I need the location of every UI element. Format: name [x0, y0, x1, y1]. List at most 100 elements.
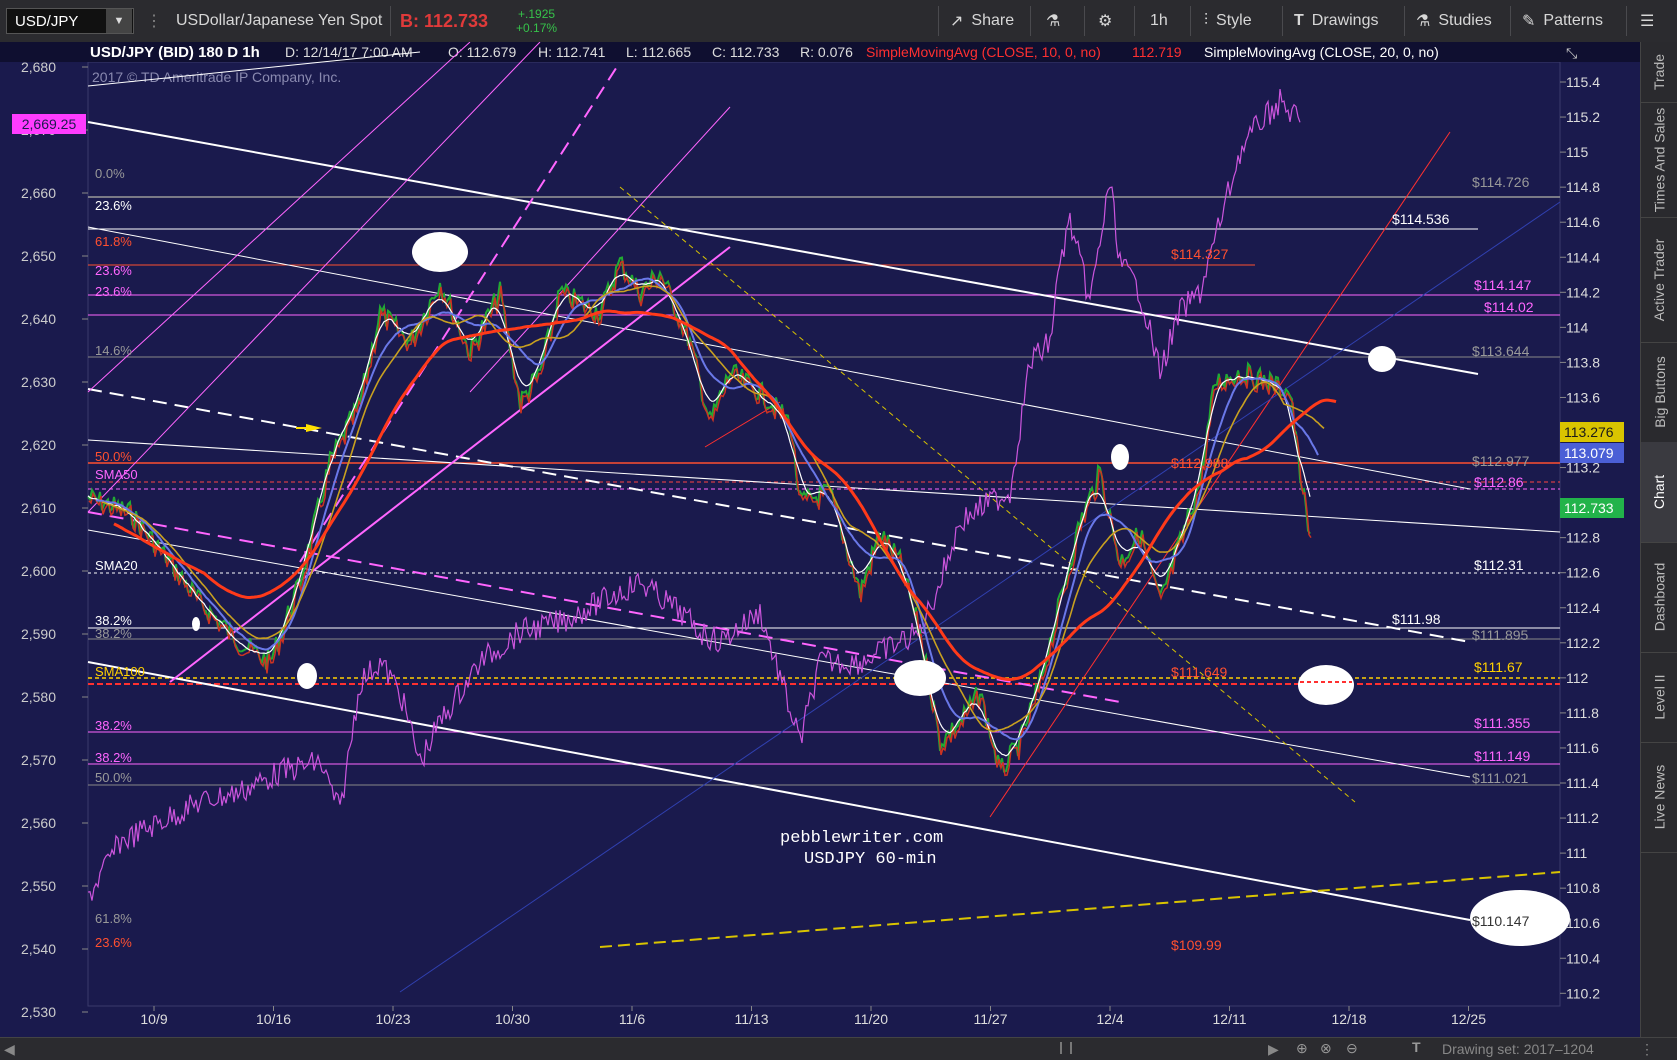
left-axis-tick: 2,650 [21, 248, 56, 264]
side-tab-active-trader[interactable]: Active Trader [1641, 217, 1677, 343]
scroll-left-arrow[interactable]: ◀ [4, 1041, 15, 1058]
x-axis-label: 10/23 [375, 1011, 410, 1027]
x-axis-label: 12/18 [1331, 1011, 1366, 1027]
bottom-menu-icon[interactable]: ⋮ [1640, 1041, 1654, 1058]
side-tab-big-buttons[interactable]: Big Buttons [1641, 342, 1677, 443]
zoom-in-icon[interactable]: ⊕ [1296, 1040, 1308, 1057]
svg-text:$111.355: $111.355 [1474, 715, 1531, 731]
left-axis-tick: 2,550 [21, 878, 56, 894]
patterns-button[interactable]: ✎ Patterns [1522, 0, 1603, 42]
svg-text:61.8%: 61.8% [95, 911, 132, 926]
crosshair-icon[interactable]: ⊗ [1320, 1040, 1332, 1057]
left-axis-badge-text: 2,669.25 [22, 116, 77, 132]
svg-text:14.6%: 14.6% [95, 343, 132, 358]
right-axis-tick: 114 [1566, 319, 1589, 335]
side-tab-trade[interactable]: Trade [1641, 42, 1677, 103]
right-axis-tick: 114.4 [1566, 249, 1600, 265]
style-button[interactable]: ⫶ Style [1204, 0, 1252, 42]
share-icon: ↗ [950, 13, 964, 30]
left-axis-tick: 2,540 [21, 941, 56, 957]
right-axis-tick: 110.6 [1566, 915, 1600, 931]
right-axis-tick: 112.8 [1566, 530, 1600, 546]
left-axis-tick: 2,640 [21, 311, 56, 327]
ohlc-open: O: 112.679 [448, 44, 516, 60]
svg-text:38.2%: 38.2% [95, 626, 132, 641]
side-tab-bar: Trade Times And Sales Active Trader Big But… [1640, 42, 1677, 1037]
ohlc-low: L: 112.665 [626, 44, 691, 60]
svg-text:SMA50: SMA50 [95, 467, 138, 482]
x-axis-label: 11/6 [619, 1011, 645, 1027]
svg-text:38.2%: 38.2% [95, 718, 132, 733]
right-axis-tick: 114.6 [1566, 214, 1600, 230]
left-axis-tick: 2,600 [21, 563, 56, 579]
svg-text:0.0%: 0.0% [95, 166, 125, 181]
symbol-dropdown-button[interactable]: ▼ [106, 9, 132, 33]
svg-text:23.6%: 23.6% [95, 263, 132, 278]
left-axis-tick: 2,580 [21, 689, 56, 705]
right-axis-tick: 110.4 [1566, 950, 1600, 966]
left-axis-tick: 2,530 [21, 1004, 56, 1020]
svg-text:$114.536: $114.536 [1392, 211, 1450, 227]
flask-button[interactable]: ⚗ [1046, 0, 1060, 42]
scroll-right-arrow[interactable]: ▶ [1268, 1041, 1279, 1058]
scroll-handle[interactable] [1060, 1042, 1072, 1054]
ohlc-date: D: 12/14/17 7:00 AM [285, 44, 413, 60]
chart-title: USD/JPY (BID) 180 D 1h [90, 44, 260, 61]
left-axis-tick: 2,560 [21, 815, 56, 831]
svg-text:$114.147: $114.147 [1474, 277, 1532, 293]
style-icon: ⫶ [1204, 12, 1209, 29]
side-tab-times-and-sales[interactable]: Times And Sales [1641, 102, 1677, 218]
price-badge-text: 112.733 [1564, 500, 1614, 516]
chart-area[interactable]: USD/JPY (BID) 180 D 1h D: 12/14/17 7:00 … [0, 41, 1640, 1037]
x-axis-label: 11/27 [974, 1011, 1008, 1027]
price-chart[interactable]: USD/JPY (BID) 180 D 1h D: 12/14/17 7:00 … [0, 41, 1640, 1037]
symbol-menu-handle[interactable]: ⋮ [146, 0, 162, 42]
studies-button[interactable]: ⚗ Studies [1416, 0, 1492, 42]
ohlc-high: H: 112.741 [538, 44, 606, 60]
svg-text:$112.86: $112.86 [1474, 474, 1524, 490]
settings-button[interactable]: ⚙ [1098, 0, 1112, 42]
expand-icon[interactable]: ⤡ [1566, 45, 1577, 61]
interval-button[interactable]: 1h [1150, 0, 1168, 42]
side-tab-live-news[interactable]: Live News [1641, 742, 1677, 853]
side-tab-dashboard[interactable]: Dashboard [1641, 542, 1677, 653]
symbol-description: USDollar/Japanese Yen Spot [176, 12, 383, 29]
svg-text:$114.02: $114.02 [1484, 299, 1534, 315]
price-badge-text: 113.079 [1564, 445, 1614, 461]
bid-price: B: 112.733 [400, 10, 489, 31]
right-axis-tick: 113.8 [1566, 354, 1600, 370]
change-abs: +.1925 [518, 7, 556, 21]
side-tab-chart[interactable]: Chart [1641, 442, 1677, 543]
left-axis-tick: 2,610 [21, 500, 56, 516]
toolbar: USD/JPY ▼ ⋮ USDollar/Japanese Yen Spot B… [0, 0, 1677, 43]
right-axis-tick: 110.8 [1566, 880, 1600, 896]
svg-text:$111.67: $111.67 [1474, 659, 1523, 675]
svg-text:23.6%: 23.6% [95, 198, 132, 213]
study-sma20-label: SimpleMovingAvg (CLOSE, 20, 0, no) [1204, 44, 1439, 60]
zoom-out-icon[interactable]: ⊖ [1346, 1040, 1358, 1057]
menu-icon: ☰ [1640, 13, 1655, 30]
side-tab-level-ii[interactable]: Level II [1641, 652, 1677, 743]
x-axis-label: 12/25 [1451, 1011, 1486, 1027]
svg-text:50.0%: 50.0% [95, 770, 132, 785]
right-axis-tick: 112.4 [1566, 600, 1600, 616]
bottom-bar: ◀ ▶ ⊕ ⊗ ⊖ T Drawing set: 2017–1204 ⋮ [0, 1037, 1677, 1060]
svg-text:$111.149: $111.149 [1474, 748, 1531, 764]
drawing-tool-icon[interactable]: T [1412, 1039, 1421, 1055]
svg-text:$114.327: $114.327 [1171, 246, 1229, 262]
left-axis-tick: 2,660 [21, 185, 56, 201]
x-axis-label: 11/13 [735, 1011, 769, 1027]
svg-text:$112.988: $112.988 [1171, 455, 1229, 471]
svg-text:$113.644: $113.644 [1472, 343, 1530, 359]
drawings-button[interactable]: T Drawings [1294, 0, 1378, 42]
drawing-set-label[interactable]: Drawing set: 2017–1204 [1442, 1041, 1594, 1057]
menu-button[interactable]: ☰ [1640, 0, 1654, 42]
watermark-line1: pebblewriter.com [780, 829, 943, 848]
left-axis-tick: 2,630 [21, 374, 56, 390]
patterns-icon: ✎ [1522, 13, 1536, 30]
svg-text:$111.98: $111.98 [1392, 611, 1441, 627]
share-button[interactable]: ↗ Share [950, 0, 1014, 42]
svg-text:$111.021: $111.021 [1472, 770, 1529, 786]
x-axis-label: 11/20 [854, 1011, 888, 1027]
study-sma10-value: 112.719 [1132, 44, 1182, 60]
